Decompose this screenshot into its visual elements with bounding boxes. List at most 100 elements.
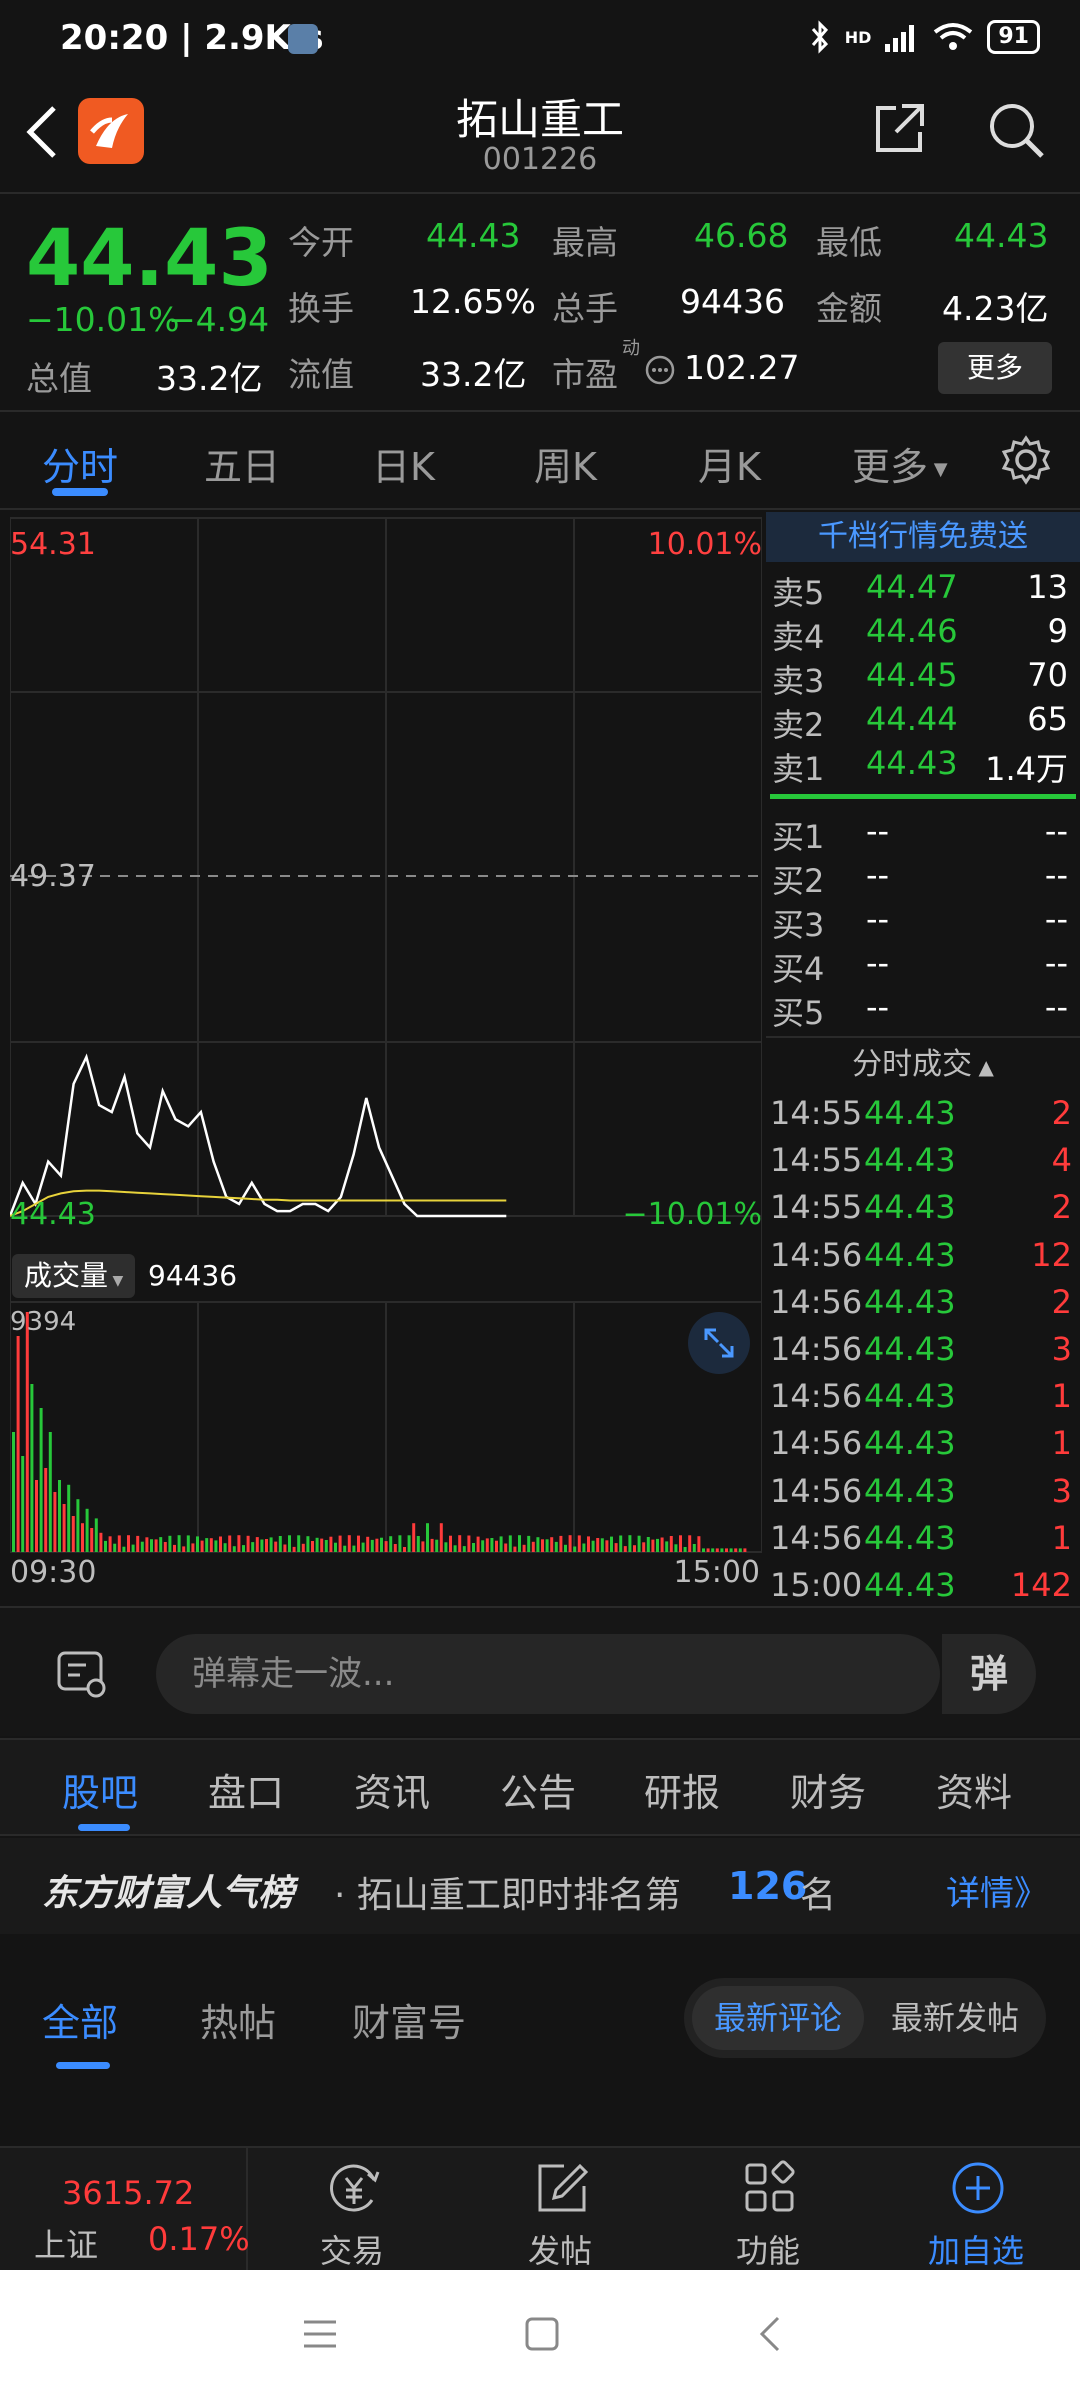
- trade-row: 14:55 44.43 4: [770, 1141, 1076, 1185]
- back-nav-icon[interactable]: [756, 2314, 786, 2354]
- popularity-rank-bar[interactable]: 东方财富人气榜 · 拓山重工即时排名第 126 名 详情》: [0, 1838, 1080, 1934]
- post-filter-bar: 全部 热帖 财富号 最新评论 最新发帖: [0, 1958, 1080, 2078]
- post-label: 发帖: [527, 2232, 592, 2270]
- price: 44.43: [866, 744, 958, 782]
- search-icon[interactable]: [986, 100, 1046, 160]
- volume-bar: [237, 1535, 241, 1552]
- rank-suffix: 名: [800, 1875, 837, 1916]
- trade-button[interactable]: 交易: [252, 2148, 452, 2272]
- volume-bar: [591, 1540, 595, 1552]
- volume: 9: [1047, 612, 1068, 650]
- tab-announcements[interactable]: 公告: [500, 1762, 576, 1817]
- functions-button[interactable]: 功能: [668, 2148, 868, 2272]
- volume-bar: [196, 1536, 199, 1552]
- notification-icon: [288, 24, 318, 54]
- settings-gear-icon[interactable]: [1000, 434, 1052, 486]
- tab-news[interactable]: 资讯: [354, 1762, 430, 1817]
- chart-tabs: 分时 五日 日K 周K 月K 更多 ▼: [0, 414, 1080, 510]
- tab-weekly-k[interactable]: 周K: [534, 436, 597, 491]
- tab-guba[interactable]: 股吧: [62, 1762, 138, 1817]
- network-label: HD: [844, 27, 872, 47]
- price: 44.43: [864, 1282, 956, 1321]
- ymax-pct-label: 10.01%: [648, 527, 762, 562]
- volume-bar: [131, 1544, 135, 1552]
- trades-header[interactable]: 分时成交 ▲: [766, 1038, 1080, 1094]
- volume-bar: [223, 1543, 227, 1552]
- filter-all[interactable]: 全部: [42, 1992, 118, 2047]
- volume-bar: [301, 1543, 305, 1552]
- tab-finance[interactable]: 财务: [790, 1762, 866, 1817]
- volume-bar: [255, 1537, 259, 1552]
- price: --: [866, 856, 890, 894]
- ymax-label: 54.31: [10, 527, 96, 562]
- tab-daily-k[interactable]: 日K: [372, 436, 435, 491]
- info-icon[interactable]: [644, 354, 676, 386]
- volume-bar: [361, 1542, 365, 1552]
- add-watchlist-button[interactable]: 加自选: [876, 2148, 1076, 2272]
- danmaku-toggle-button[interactable]: 弹: [940, 1634, 1036, 1714]
- volume: 1: [1051, 1377, 1072, 1416]
- tab-more[interactable]: 更多 ▼: [852, 436, 948, 491]
- home-icon[interactable]: [522, 2314, 562, 2354]
- volume-bar: [35, 1480, 38, 1552]
- trade-row: 14:55 44.43 2: [770, 1094, 1076, 1138]
- price: 44.43: [864, 1094, 956, 1132]
- pe-dynamic-mark: 动: [622, 338, 640, 359]
- volume-bar: [16, 1336, 20, 1552]
- price: 44.43: [864, 1330, 956, 1368]
- volume-bar: [610, 1536, 613, 1552]
- volume-bar: [623, 1546, 627, 1552]
- volume-bar: [329, 1536, 333, 1552]
- filter-wealth[interactable]: 财富号: [352, 1992, 466, 2047]
- volume-bar: [403, 1547, 406, 1552]
- chart-canvas[interactable]: 54.31 10.01% 49.37 44.43 −10.01% 9394 09…: [8, 512, 763, 1602]
- functions-label: 功能: [735, 2232, 800, 2270]
- tab-intraday[interactable]: 分时: [42, 436, 118, 491]
- volume-bar: [85, 1508, 89, 1552]
- volume: 13: [1027, 568, 1068, 606]
- volume-bar: [481, 1540, 485, 1552]
- intraday-chart[interactable]: 54.31 10.01% 49.37 44.43 −10.01% 9394 09…: [8, 512, 763, 1602]
- volume-bar: [485, 1538, 489, 1552]
- rank-detail-link[interactable]: 详情》: [946, 1866, 1048, 1915]
- danmaku-input[interactable]: 弹幕走一波...: [156, 1634, 940, 1714]
- volume-indicator-select[interactable]: 成交量 ▼: [12, 1254, 136, 1298]
- danmaku-settings-icon[interactable]: [56, 1650, 108, 1700]
- expand-button[interactable]: [688, 1312, 750, 1374]
- tab-pankou[interactable]: 盘口: [208, 1762, 284, 1817]
- collapse-icon: ▲: [972, 1055, 994, 1079]
- volume-bar: [697, 1536, 701, 1552]
- index-value: 3615.72: [62, 2174, 195, 2212]
- post-button[interactable]: 发帖: [460, 2148, 660, 2272]
- tab-research[interactable]: 研报: [644, 1762, 720, 1817]
- level-label: 买2: [772, 862, 825, 900]
- sort-latest-post[interactable]: 最新发帖: [870, 1986, 1040, 2050]
- sort-latest-comment[interactable]: 最新评论: [692, 1986, 864, 2050]
- volume-bar: [430, 1538, 434, 1552]
- tab-profile[interactable]: 资料: [936, 1762, 1012, 1817]
- volume-bar: [288, 1535, 291, 1552]
- tab-monthly-k[interactable]: 月K: [698, 436, 761, 491]
- volume-bar: [242, 1545, 245, 1552]
- filter-hot[interactable]: 热帖: [200, 1992, 276, 2047]
- volume-bar: [177, 1535, 181, 1552]
- menu-icon[interactable]: [300, 2316, 340, 2352]
- price: --: [866, 988, 890, 1026]
- index-ticker[interactable]: 3615.72 上证 0.17%: [0, 2148, 250, 2272]
- grid-icon: [745, 2160, 795, 2212]
- order-book-panel: 千档行情免费送 分时成交 ▲ 卖5 44.47 13 卖4 44.46 9 卖3 44.45 7…: [766, 512, 1080, 1604]
- volume-bar: [596, 1538, 600, 1552]
- volume: --: [1044, 900, 1068, 938]
- price: --: [866, 812, 890, 850]
- pe-label: 市盈: [552, 355, 618, 394]
- more-quote-button[interactable]: 更多: [938, 342, 1052, 394]
- volume-bar: [688, 1535, 692, 1552]
- volume-bar: [168, 1535, 172, 1552]
- trade-time: 14:55: [770, 1141, 863, 1180]
- tab-five-day[interactable]: 五日: [204, 436, 280, 491]
- free-depth-banner[interactable]: 千档行情免费送: [766, 512, 1080, 562]
- volume-bar: [67, 1484, 71, 1552]
- volume-bar: [541, 1539, 544, 1552]
- mktcap-label: 总值: [26, 359, 92, 398]
- share-icon[interactable]: [872, 100, 928, 156]
